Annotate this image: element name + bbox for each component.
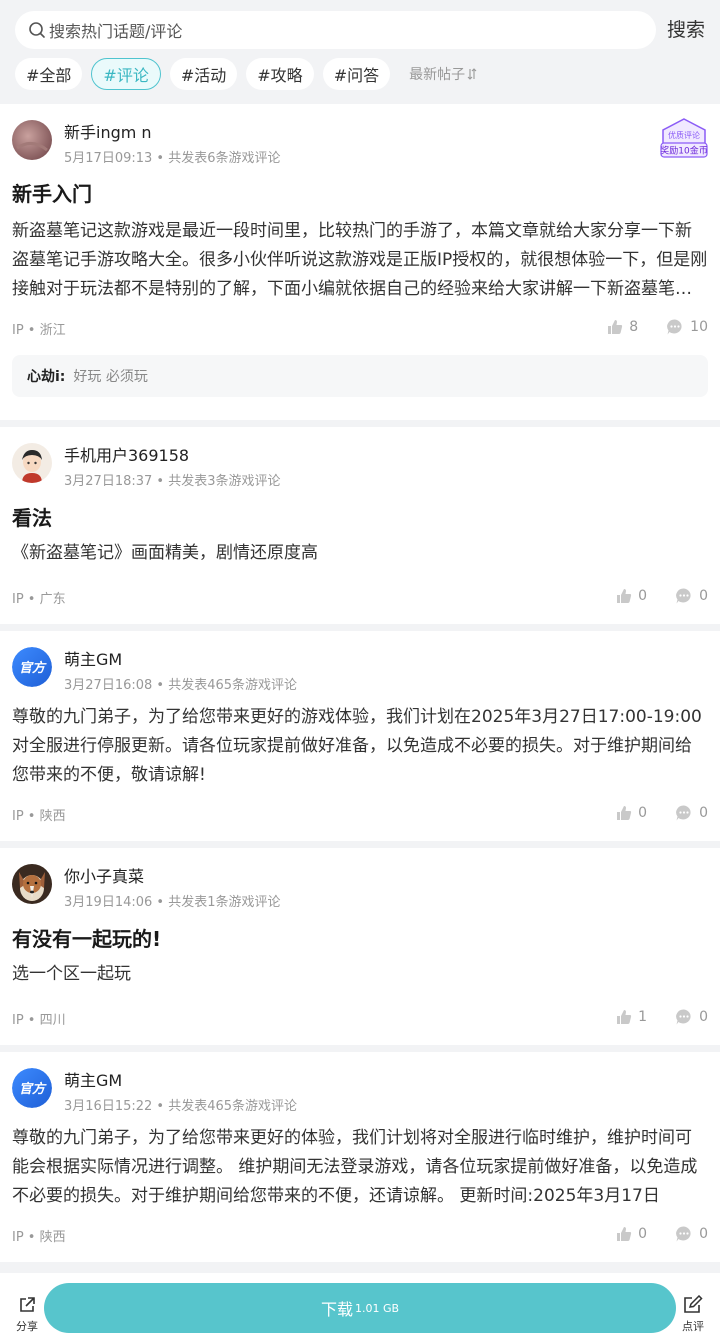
post-meta: 3月19日14:06 • 共发表1条游戏评论 [64, 895, 281, 910]
comment-button[interactable]: 0 [675, 804, 708, 822]
review-label: 点评 [682, 1320, 704, 1333]
ip-location: IP • 陕西 [12, 809, 66, 824]
post-meta: 3月27日16:08 • 共发表465条游戏评论 [64, 678, 298, 693]
avatar[interactable] [12, 443, 52, 483]
sort-dropdown[interactable]: 最新帖子 [409, 64, 477, 84]
official-avatar[interactable]: 官方 [12, 647, 52, 687]
post-meta: 3月16日15:22 • 共发表465条游戏评论 [64, 1099, 298, 1114]
post-body: 选一个区一起玩 [12, 964, 131, 984]
username[interactable]: 新手ingm n [64, 119, 152, 143]
post-stats: 8 10 [579, 318, 708, 336]
like-button[interactable]: 0 [616, 805, 647, 821]
sort-icon [467, 68, 477, 80]
ip-location: IP • 浙江 [12, 323, 66, 338]
thumbs-up-icon [617, 1010, 632, 1024]
svg-text:奖励10金币: 奖励10金币 [660, 145, 707, 157]
review-button[interactable]: 点评 [678, 1294, 708, 1334]
post-card[interactable]: 新手ingm n 5月17日09:13 • 共发表6条游戏评论 优质评论 奖励1… [0, 104, 720, 420]
thumbs-up-icon [608, 320, 623, 334]
ip-location: IP • 四川 [12, 1013, 66, 1028]
post-meta: 5月17日09:13 • 共发表6条游戏评论 [64, 151, 281, 166]
bottom-action-bar: 分享 下载 1.01 GB 点评 [0, 1273, 720, 1341]
like-button[interactable]: 0 [616, 588, 647, 604]
comment-icon [676, 1226, 691, 1242]
share-label: 分享 [16, 1320, 38, 1333]
ip-location: IP • 广东 [12, 592, 66, 607]
comment-icon [676, 1009, 691, 1025]
post-body: 尊敬的九门弟子，为了给您带来更好的游戏体验，我们计划在2025年3月27日17:… [12, 707, 702, 785]
tab-activity[interactable]: #活动 [169, 58, 238, 90]
post-body: 尊敬的九门弟子，为了给您带来更好的体验，我们计划将对全服进行临时维护，维护时间可… [12, 1128, 698, 1206]
top-reply[interactable]: 心劫i: 好玩 必须玩 [12, 355, 708, 397]
thumbs-up-icon [617, 589, 632, 603]
edit-icon [684, 1294, 703, 1313]
post-stats: 0 0 [588, 1225, 708, 1243]
ip-location: IP • 陕西 [12, 1230, 66, 1245]
username[interactable]: 萌主GM [64, 646, 122, 670]
comment-button[interactable]: 0 [675, 1225, 708, 1243]
post-body: 新盗墓笔记这款游戏是最近一段时间里，比较热门的手游了，本篇文章就给大家分享一下新… [12, 221, 708, 299]
post-stats: 0 0 [588, 587, 708, 605]
download-size: 1.01 GB [354, 1301, 400, 1315]
post-title: 看法 [12, 506, 52, 530]
svg-text:优质评论: 优质评论 [668, 130, 700, 140]
official-avatar[interactable]: 官方 [12, 1068, 52, 1108]
share-icon [20, 1297, 35, 1312]
comment-button[interactable]: 10 [666, 318, 708, 336]
username[interactable]: 手机用户369158 [64, 442, 189, 466]
comment-icon [667, 319, 682, 335]
tab-guide[interactable]: #攻略 [246, 58, 314, 90]
thumbs-up-icon [617, 1227, 632, 1241]
avatar[interactable] [12, 120, 52, 160]
like-button[interactable]: 8 [607, 319, 638, 335]
tab-review[interactable]: #评论 [91, 58, 161, 90]
comment-button[interactable]: 0 [675, 587, 708, 605]
like-button[interactable]: 1 [616, 1009, 647, 1025]
top-bar: 搜索热门话题/评论 搜索 #全部 #评论 #活动 #攻略 #问答 最新帖子 [0, 0, 720, 104]
username[interactable]: 萌主GM [64, 1067, 122, 1091]
post-card[interactable]: 你小子真菜 3月19日14:06 • 共发表1条游戏评论 有没有一起玩的! 选一… [0, 848, 720, 1045]
post-card[interactable]: 官方 萌主GM 3月16日15:22 • 共发表465条游戏评论 尊敬的九门弟子… [0, 1052, 720, 1262]
post-title: 有没有一起玩的! [12, 927, 162, 951]
like-button[interactable]: 0 [616, 1226, 647, 1242]
post-stats: 0 0 [588, 804, 708, 822]
comment-icon [676, 588, 691, 604]
search-icon [29, 22, 45, 38]
post-meta: 3月27日18:37 • 共发表3条游戏评论 [64, 474, 281, 489]
search-placeholder: 搜索热门话题/评论 [49, 22, 183, 41]
badge-icon: 优质评论 奖励10金币 [660, 118, 708, 158]
download-label: 下载 [320, 1300, 353, 1319]
search-button[interactable]: 搜索 [667, 15, 705, 42]
quality-review-badge: 优质评论 奖励10金币 [658, 116, 710, 162]
thumbs-up-icon [617, 806, 632, 820]
post-card[interactable]: 手机用户369158 3月27日18:37 • 共发表3条游戏评论 看法 《新盗… [0, 427, 720, 624]
tab-all[interactable]: #全部 [15, 58, 83, 90]
tab-qa[interactable]: #问答 [322, 58, 391, 90]
post-stats: 1 0 [588, 1008, 708, 1026]
topic-tabs: #全部 #评论 #活动 #攻略 #问答 最新帖子 [15, 58, 477, 90]
search-input[interactable]: 搜索热门话题/评论 [15, 11, 656, 49]
post-card[interactable]: 官方 萌主GM 3月27日16:08 • 共发表465条游戏评论 尊敬的九门弟子… [0, 631, 720, 841]
sort-label: 最新帖子 [409, 67, 466, 83]
share-button[interactable]: 分享 [12, 1295, 42, 1334]
comment-button[interactable]: 0 [675, 1008, 708, 1026]
comment-icon [676, 805, 691, 821]
svg-text:官方: 官方 [19, 660, 47, 676]
avatar[interactable] [12, 864, 52, 904]
download-button[interactable]: 下载 1.01 GB [44, 1283, 676, 1333]
svg-text:官方: 官方 [19, 1081, 47, 1097]
username[interactable]: 你小子真菜 [64, 863, 144, 887]
post-body: 《新盗墓笔记》画面精美，剧情还原度高 [12, 543, 318, 563]
reply-author: 心劫i: [27, 369, 66, 385]
post-title: 新手入门 [12, 182, 92, 206]
reply-text: 好玩 必须玩 [73, 369, 148, 385]
